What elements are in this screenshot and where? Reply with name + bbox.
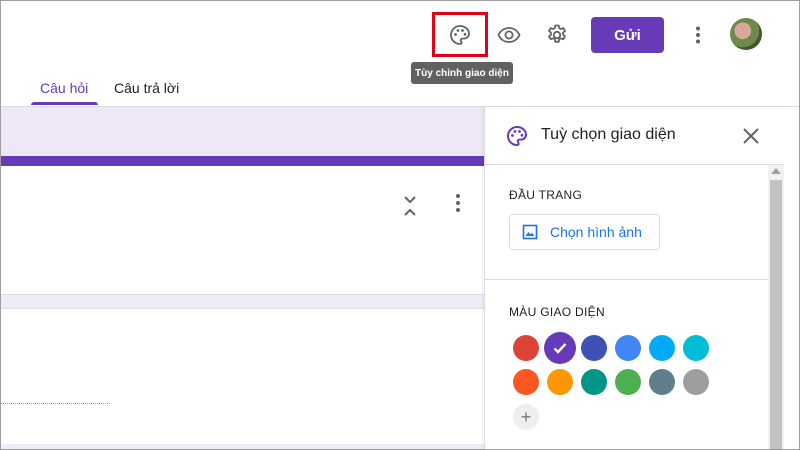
tooltip: Tùy chỉnh giao diện [411,62,513,84]
color-swatch[interactable] [513,369,539,395]
color-swatch[interactable] [683,369,709,395]
form-banner [0,107,484,156]
preview-button[interactable] [489,15,529,55]
color-swatch[interactable] [581,335,607,361]
highlight-box [432,12,488,57]
scroll-up-arrow-icon[interactable] [771,168,781,174]
color-swatch[interactable] [581,369,607,395]
color-swatch[interactable] [513,335,539,361]
form-accent-bar [0,156,484,166]
more-options-button[interactable] [678,15,718,55]
collapse-icon[interactable] [400,193,420,219]
avatar[interactable] [730,18,762,50]
active-tab-indicator [31,102,98,105]
header-section-label: ĐẦU TRANG [509,188,583,202]
question-input-underline [0,403,110,404]
panel-header: Tuỳ chọn giao diện [485,107,785,165]
question-card[interactable] [0,308,484,444]
card-more-vert-icon[interactable] [448,193,468,215]
color-swatch[interactable] [649,335,675,361]
choose-image-button[interactable]: Chọn hình ảnh [509,214,660,250]
eye-icon [497,27,521,43]
scrollbar-thumb[interactable] [770,180,782,450]
send-button[interactable]: Gửi [591,17,664,53]
color-swatch[interactable] [615,369,641,395]
form-canvas [0,107,484,450]
check-icon [553,343,567,354]
gear-icon [548,24,566,43]
color-swatch[interactable] [615,335,641,361]
color-swatch[interactable] [683,335,709,361]
choose-image-label: Chọn hình ảnh [550,224,642,240]
close-icon[interactable] [739,124,763,148]
section-divider [485,279,785,280]
color-swatch[interactable] [649,369,675,395]
window-gutter [784,107,800,450]
tab-questions[interactable]: Câu hỏi [40,80,88,96]
theme-options-panel: Tuỳ chọn giao diện ĐẦU TRANG Chọn hình ả… [484,107,785,450]
tab-answers[interactable]: Câu trả lời [114,80,179,96]
panel-title: Tuỳ chọn giao diện [541,126,676,143]
palette-icon [507,125,528,147]
form-header-card[interactable] [0,166,484,295]
image-icon [522,224,538,240]
color-swatch[interactable] [547,369,573,395]
settings-button[interactable] [537,15,577,55]
more-vert-icon [696,26,700,44]
top-header: Gửi Tùy chỉnh giao diện Câu hỏi Câu trả … [0,0,800,108]
add-icon: + [520,406,532,427]
theme-color-section-label: MÀU GIAO DIỆN [509,305,605,319]
add-custom-color-button[interactable]: + [513,404,539,430]
color-swatch[interactable] [544,332,576,364]
